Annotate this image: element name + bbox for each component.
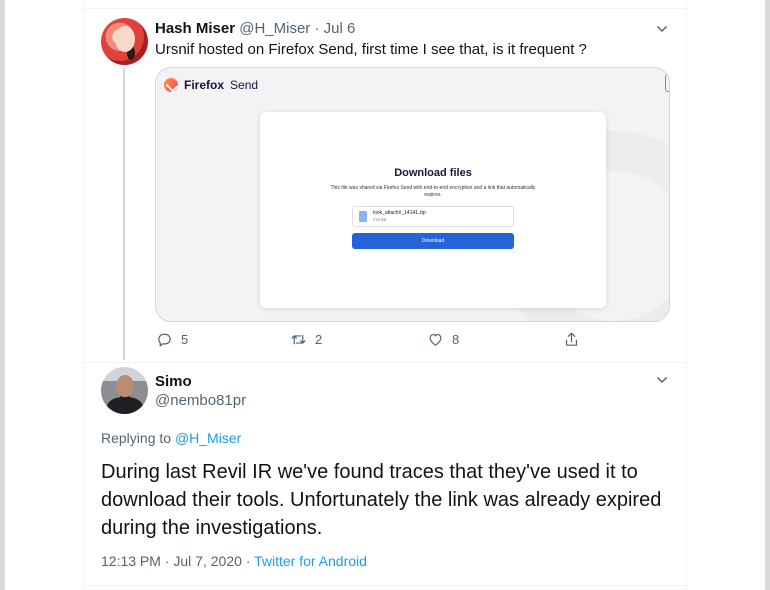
- like-icon: [429, 333, 442, 346]
- replying-mention-link[interactable]: @H_Miser: [175, 430, 241, 446]
- file-entry: look_attach#_14141.zip 275 KB: [352, 206, 514, 227]
- meta-separator-2: ·: [245, 553, 251, 569]
- tweet-divider: [84, 362, 686, 363]
- tweet2-time[interactable]: 12:13 PM: [101, 553, 161, 569]
- tweet2-date[interactable]: Jul 7, 2020: [173, 553, 242, 569]
- file-size: 275 KB: [373, 217, 387, 222]
- download-button: Download: [352, 233, 514, 249]
- card-edge-marker: [665, 74, 669, 92]
- logo-brand-text: Firefox: [184, 78, 225, 92]
- share-icon: [565, 332, 578, 346]
- timeline-column-border-left: [83, 0, 84, 590]
- reply-count: 5: [181, 332, 189, 347]
- window-border-right: [765, 0, 770, 590]
- retweet-icon: [291, 334, 306, 345]
- modal-description: This file was shared via Firefox Send wi…: [330, 185, 536, 198]
- reply-button[interactable]: 5: [156, 331, 188, 348]
- tweet1-separator: ·: [314, 20, 320, 37]
- share-button[interactable]: [563, 331, 580, 348]
- tweet1-media-card[interactable]: Firefox Send Download files This file wa…: [155, 67, 670, 322]
- tweet2-source-link[interactable]: Twitter for Android: [254, 553, 367, 569]
- tweet1-author-handle[interactable]: @H_Miser: [239, 20, 310, 37]
- bottom-divider: [84, 585, 686, 586]
- replying-to: Replying to @H_Miser: [101, 430, 241, 446]
- reply-icon: [158, 333, 171, 347]
- tweet2-author-name[interactable]: Simo: [155, 373, 192, 390]
- file-name: look_attach#_14141.zip: [373, 210, 426, 216]
- thread-connector: [123, 68, 125, 360]
- retweet-count: 2: [315, 332, 323, 347]
- chevron-down-icon[interactable]: [656, 373, 668, 385]
- avatar-hash-miser[interactable]: [101, 18, 148, 65]
- like-button[interactable]: 8: [427, 331, 459, 348]
- replying-prefix: Replying to: [101, 430, 172, 446]
- modal-title: Download files: [394, 167, 472, 179]
- tweet1-date[interactable]: Jul 6: [324, 20, 356, 37]
- download-modal: Download files This file was shared via …: [260, 112, 606, 308]
- tweet2-text: During last Revil IR we've found traces …: [101, 461, 662, 539]
- window-border-left: [0, 0, 5, 590]
- tweet1-author-name[interactable]: Hash Miser: [155, 20, 235, 37]
- tweet2-author-handle[interactable]: @nembo81pr: [155, 392, 246, 409]
- avatar-simo[interactable]: [101, 367, 148, 414]
- like-count: 8: [452, 332, 460, 347]
- tweet2-metadata: 12:13 PM · Jul 7, 2020 · Twitter for And…: [101, 553, 367, 569]
- file-icon: [359, 211, 367, 222]
- timeline-column-border-right: [686, 0, 687, 590]
- firefox-send-logo-icon: [164, 78, 178, 92]
- retweet-button[interactable]: 2: [290, 331, 322, 348]
- chevron-down-icon[interactable]: [656, 22, 668, 34]
- logo-product-text: Send: [230, 78, 259, 92]
- firefox-send-logo: Firefox Send: [164, 78, 258, 92]
- top-divider: [84, 8, 686, 9]
- meta-separator-1: ·: [164, 553, 170, 569]
- tweet1-text: Ursnif hosted on Firefox Send, first tim…: [155, 41, 587, 58]
- tweet1-header: Hash Miser @H_Miser · Jul 6: [155, 20, 355, 37]
